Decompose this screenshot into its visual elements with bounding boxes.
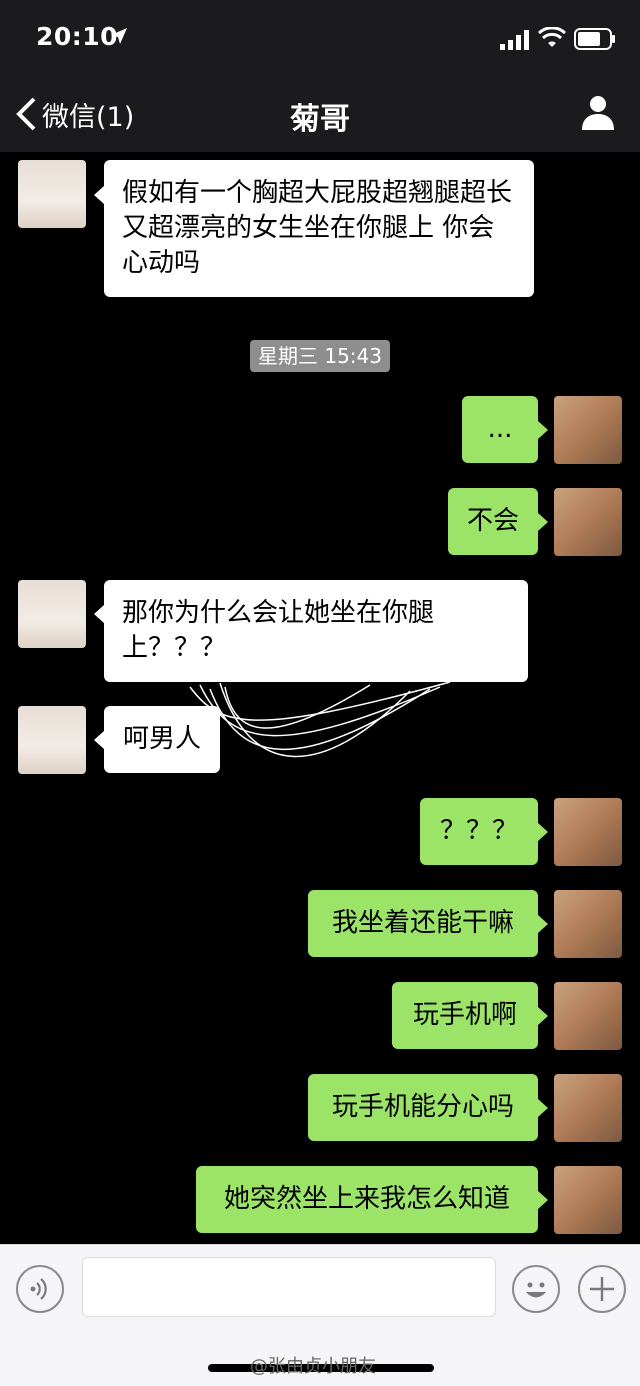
- watermark-text: @张由贞小朋友: [250, 1356, 376, 1377]
- more-button[interactable]: [578, 1265, 626, 1313]
- avatar[interactable]: [18, 160, 86, 228]
- chat-title: 菊哥: [290, 102, 350, 137]
- battery-icon: [574, 28, 615, 50]
- message-bubble[interactable]: ？？？: [420, 798, 538, 865]
- avatar[interactable]: [554, 488, 622, 556]
- message-bubble[interactable]: 玩手机啊: [392, 982, 538, 1049]
- avatar[interactable]: [554, 1166, 622, 1234]
- cellular-signal-icon: [500, 30, 529, 50]
- message-sent: ？？？: [0, 798, 640, 870]
- avatar[interactable]: [554, 396, 622, 464]
- top-bar: 20:10 微信(1) 菊哥: [0, 0, 640, 152]
- message-received: 那你为什么会让她坐在你腿上？？？: [0, 580, 640, 690]
- message-bubble[interactable]: 玩手机能分心吗: [308, 1074, 538, 1141]
- avatar[interactable]: [554, 982, 622, 1050]
- message-sent: 不会: [0, 488, 640, 560]
- avatar[interactable]: [554, 890, 622, 958]
- message-bubble[interactable]: 呵男人: [104, 706, 220, 773]
- person-icon[interactable]: [578, 92, 618, 132]
- message-bubble[interactable]: ...: [462, 396, 538, 463]
- smiley-icon: [526, 1282, 546, 1298]
- avatar[interactable]: [554, 1074, 622, 1142]
- wifi-icon: [538, 27, 566, 47]
- message-bubble[interactable]: 她突然坐上来我怎么知道: [196, 1166, 538, 1233]
- message-sent: 玩手机啊: [0, 982, 640, 1054]
- voice-wave-icon: [30, 1278, 47, 1300]
- navigation-bar: 微信(1) 菊哥: [0, 80, 640, 152]
- chat-area[interactable]: 假如有一个胸超大屁股超翘腿超长又超漂亮的女生坐在你腿上 你会心动吗 星期三 15…: [0, 152, 640, 1244]
- message-sent: 玩手机能分心吗: [0, 1074, 640, 1146]
- message-sent: ...: [0, 396, 640, 468]
- emoji-button[interactable]: [512, 1265, 560, 1313]
- status-bar: 20:10: [0, 0, 640, 78]
- message-bubble[interactable]: 那你为什么会让她坐在你腿上？？？: [104, 580, 528, 682]
- voice-input-button[interactable]: [16, 1265, 64, 1313]
- message-bubble[interactable]: 不会: [448, 488, 538, 555]
- status-time: 20:10: [36, 22, 119, 51]
- location-arrow-icon: [111, 28, 127, 44]
- message-bubble[interactable]: 我坐着还能干嘛: [308, 890, 538, 957]
- plus-icon: [590, 1277, 614, 1301]
- message-received: 呵男人: [0, 706, 640, 778]
- avatar[interactable]: [554, 798, 622, 866]
- avatar[interactable]: [18, 706, 86, 774]
- home-indicator-area: @张由贞小朋友: [0, 1330, 640, 1386]
- timestamp: 星期三 15:43: [250, 340, 390, 372]
- message-sent: 我坐着还能干嘛: [0, 890, 640, 962]
- avatar[interactable]: [18, 580, 86, 648]
- message-bubble[interactable]: 假如有一个胸超大屁股超翘腿超长又超漂亮的女生坐在你腿上 你会心动吗: [104, 160, 534, 297]
- message-sent: 她突然坐上来我怎么知道: [0, 1166, 640, 1238]
- message-received: 假如有一个胸超大屁股超翘腿超长又超漂亮的女生坐在你腿上 你会心动吗: [0, 152, 640, 302]
- input-bar: [0, 1244, 640, 1330]
- message-input[interactable]: [82, 1257, 496, 1317]
